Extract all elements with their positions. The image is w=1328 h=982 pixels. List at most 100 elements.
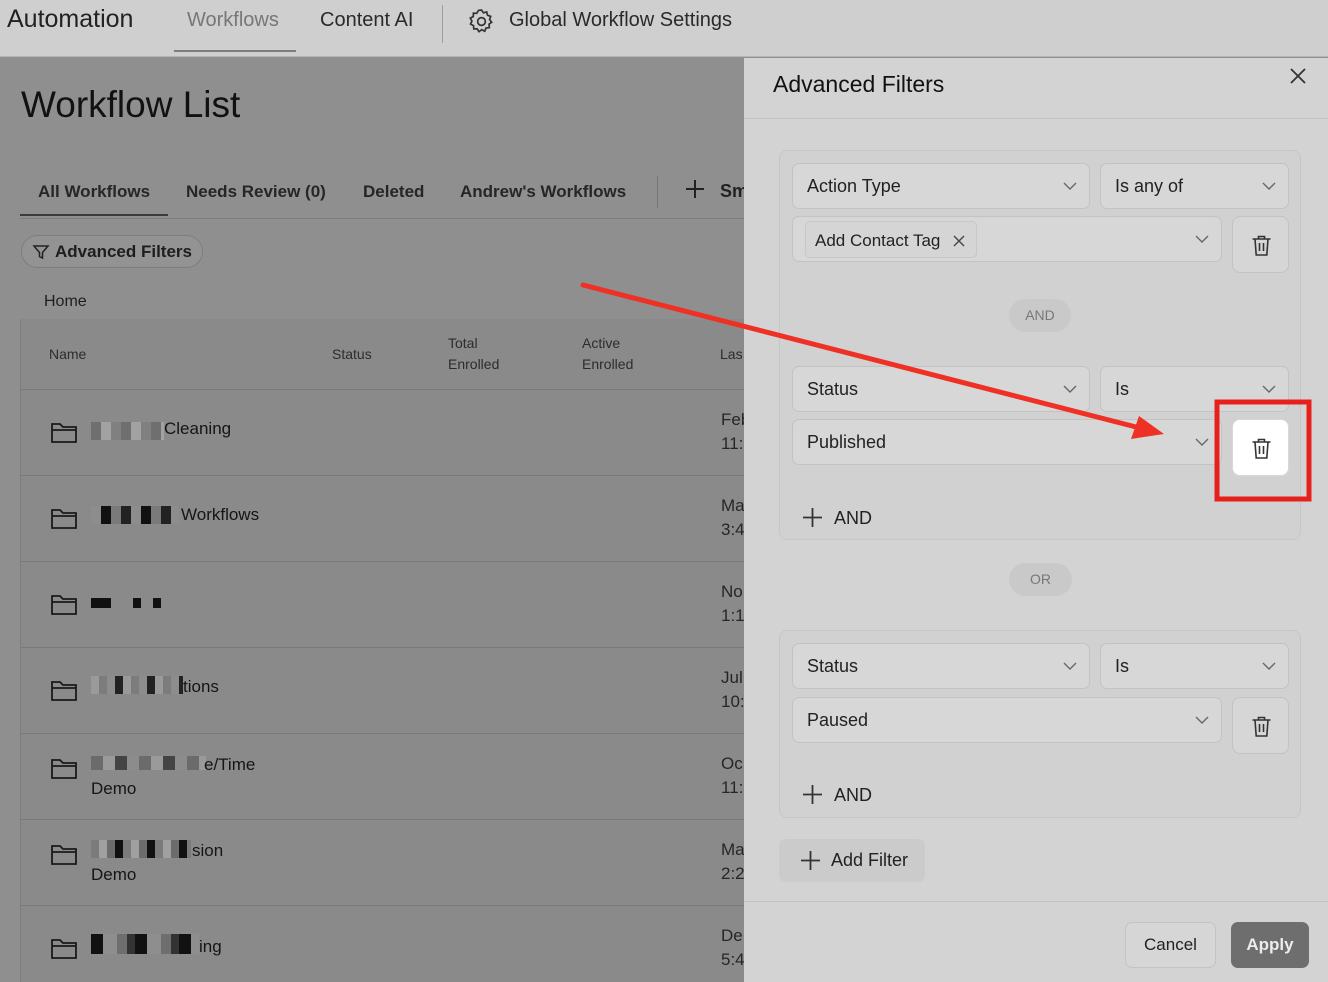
col-header-active-line1: Active [582,335,621,351]
app-brand: Automation [7,5,134,33]
table-row[interactable]: Cleaning Feb 11: [21,390,744,476]
main-content: Workflow List All Workflows Needs Review… [0,58,744,982]
table-row[interactable]: sion Demo Ma 2:2 [21,820,744,906]
plus-icon [803,785,822,804]
smart-list-tab-partial[interactable]: Sm [720,181,744,202]
page-title: Workflow List [21,84,241,125]
add-and-condition-button[interactable]: AND [802,783,892,807]
top-nav: Automation Workflows Content AI Global W… [0,0,1328,57]
plus-icon [803,508,822,527]
col-header-active-line2: Enrolled [582,356,634,372]
add-filter-label: Add Filter [831,850,909,870]
panel-footer-divider [744,901,1328,902]
operator-select[interactable]: Is [1100,643,1289,689]
row-date: Ma [721,840,744,859]
nav-divider [442,5,443,43]
chevron-down-icon [1262,385,1276,393]
advanced-filters-button[interactable]: Advanced Filters [21,235,203,268]
breadcrumb[interactable]: Home [44,293,87,311]
nav-tab-workflows[interactable]: Workflows [187,9,279,32]
operator-select[interactable]: Is any of [1100,163,1289,209]
workflow-name: Cleaning [164,419,232,438]
advanced-filters-panel: Advanced Filters Action Type Is any of A… [744,58,1328,982]
folder-icon [51,845,77,865]
col-header-total-line2: Enrolled [448,356,500,372]
table-row[interactable]: e/Time Demo Oc 11: [21,734,744,820]
redacted-text [91,934,199,954]
folder-icon [51,681,77,701]
col-header-active-enrolled[interactable]: Active Enrolled [582,333,633,375]
field-select-value: Action Type [807,176,901,196]
table-row[interactable]: tions Jul 10: [21,648,744,734]
chevron-down-icon [1262,182,1276,190]
workflow-name: tions [183,677,219,696]
field-select[interactable]: Status [792,366,1090,412]
chevron-down-icon [1063,182,1077,190]
field-select[interactable]: Status [792,643,1090,689]
nav-tab-content-ai[interactable]: Content AI [320,9,413,32]
row-time: 3:4 [721,520,744,539]
workflow-name: e/Time [204,755,256,774]
filter-icon [32,245,50,260]
table-row[interactable]: Workflows Ma 3:4 [21,476,744,562]
folder-icon [51,939,77,959]
apply-button[interactable]: Apply [1231,922,1309,968]
tabs-baseline [20,218,744,219]
value-select[interactable]: Paused [792,697,1222,743]
workflow-table: Name Status Total Enrolled Active Enroll… [20,319,744,982]
tab-andrews-workflows[interactable]: Andrew's Workflows [460,182,626,202]
row-date: No [721,582,743,601]
table-row[interactable]: No 1:1 [21,562,744,648]
value-select[interactable]: Published [792,419,1222,465]
add-filter-button[interactable]: Add Filter [779,839,925,882]
col-header-status[interactable]: Status [332,344,372,365]
panel-title: Advanced Filters [773,71,945,97]
delete-condition-button[interactable] [1232,697,1289,754]
col-header-last-updated[interactable]: Las [720,344,743,365]
chevron-down-icon [1195,716,1209,724]
tab-all-workflows[interactable]: All Workflows [38,182,150,202]
gear-icon[interactable] [467,7,496,36]
col-header-total-line1: Total [448,335,478,351]
cancel-button[interactable]: Cancel [1125,922,1216,968]
value-chip-label: Add Contact Tag [815,231,941,250]
redacted-text [91,422,164,440]
row-date: Jul [721,668,743,687]
row-time: 5:4 [721,950,744,969]
delete-condition-button[interactable] [1232,419,1289,476]
table-row[interactable]: ing De 5:4 [21,906,744,982]
value-multiselect[interactable]: Add Contact Tag [792,216,1222,262]
trash-icon [1252,716,1271,737]
plus-icon [801,851,820,870]
folder-icon [51,509,77,529]
redacted-text [91,676,183,694]
redacted-text [91,756,206,770]
add-and-label: AND [834,508,873,528]
operator-select[interactable]: Is [1100,366,1289,412]
close-icon[interactable] [1288,66,1308,86]
col-header-name[interactable]: Name [49,344,86,365]
folder-icon [51,423,77,443]
plus-icon[interactable] [684,178,706,200]
filter-group-1: Action Type Is any of Add Contact Tag AN… [779,150,1301,540]
workflow-name-line2: Demo [91,865,137,884]
col-header-total-enrolled[interactable]: Total Enrolled [448,333,499,375]
add-and-condition-button[interactable]: AND [802,506,892,530]
folder-icon [51,595,77,615]
nav-tab-global-settings[interactable]: Global Workflow Settings [509,9,732,32]
field-select[interactable]: Action Type [792,163,1090,209]
delete-condition-button[interactable] [1232,216,1289,273]
tab-active-underline [20,214,168,216]
trash-icon [1252,235,1271,256]
workflow-name: ing [199,937,222,956]
panel-header-divider [744,118,1328,119]
row-date: De [721,926,743,945]
add-and-label: AND [834,785,873,805]
row-time: 2:2 [721,864,744,883]
redacted-text [153,598,161,608]
trash-icon [1252,438,1271,459]
remove-chip-icon[interactable] [953,235,965,247]
tab-deleted[interactable]: Deleted [363,182,424,202]
workflow-name-line2: Demo [91,779,137,798]
tab-needs-review[interactable]: Needs Review (0) [186,182,326,202]
